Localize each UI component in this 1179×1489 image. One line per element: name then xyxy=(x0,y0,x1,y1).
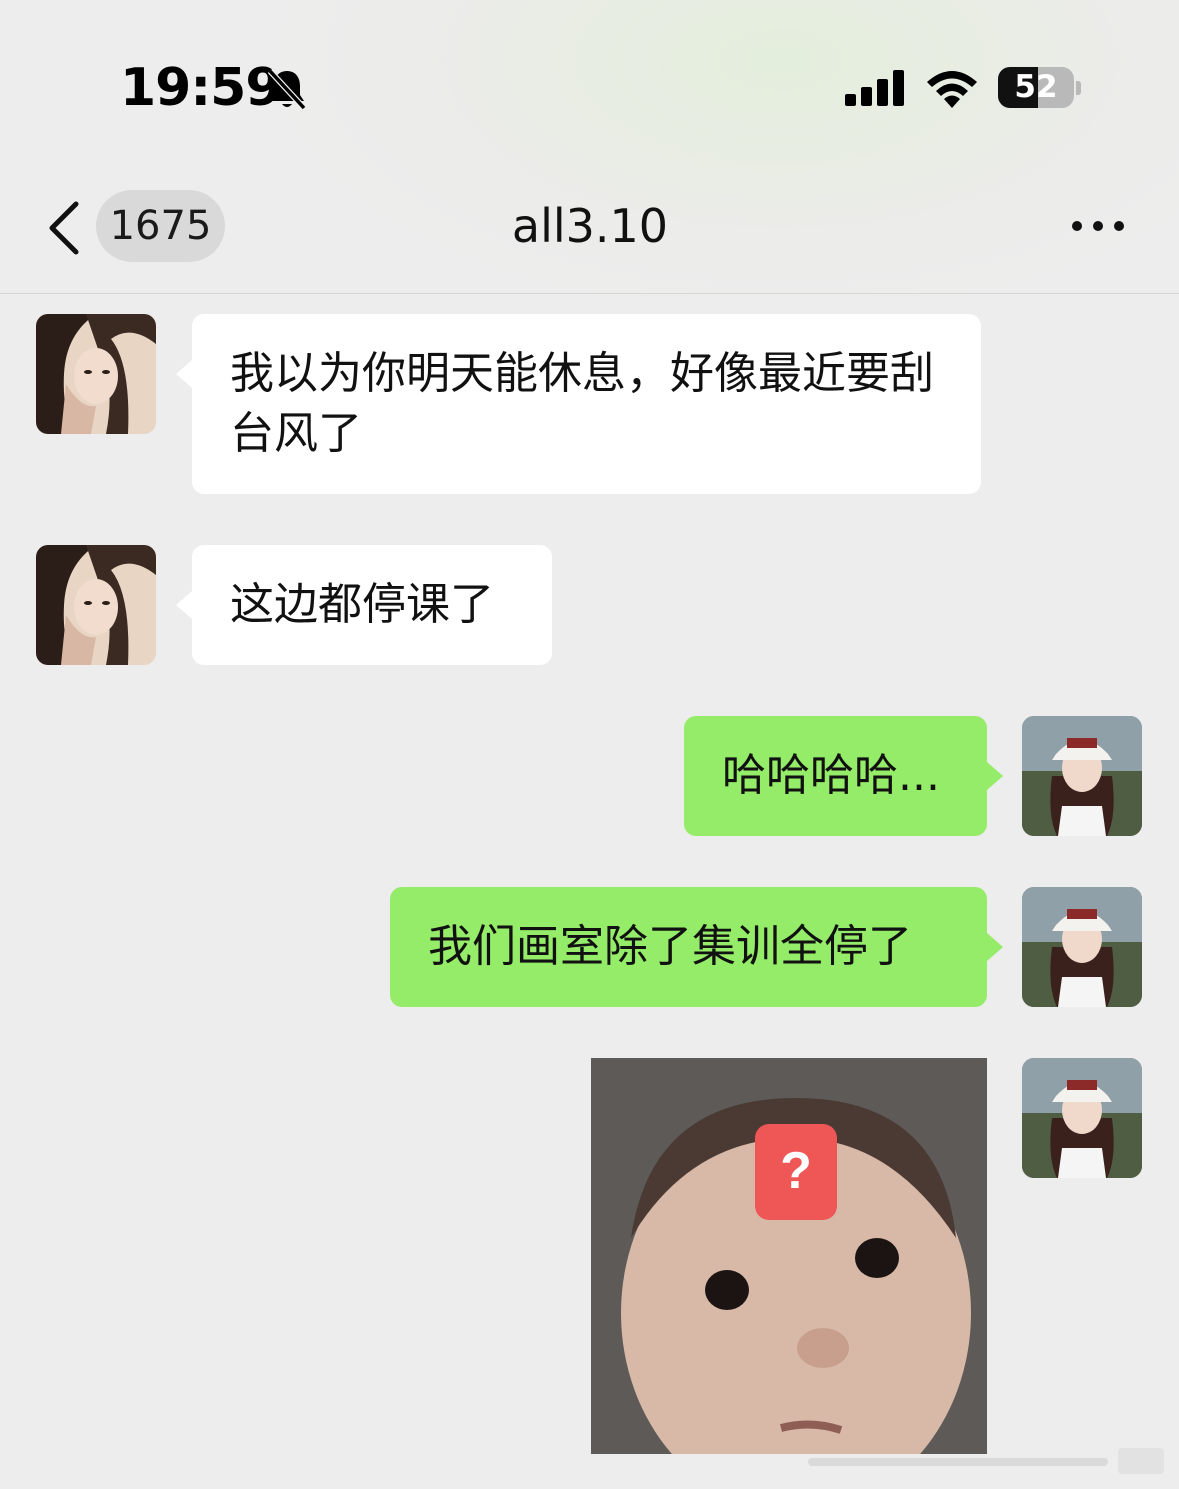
message-bubble-incoming[interactable]: 这边都停课了 xyxy=(192,545,552,665)
watermark-graphic xyxy=(808,1448,1164,1474)
my-avatar[interactable] xyxy=(1022,887,1142,1007)
bubble-tail xyxy=(176,360,192,388)
wifi-icon xyxy=(927,71,977,108)
bubble-tail xyxy=(176,591,192,619)
message-bubble-outgoing[interactable]: 我们画室除了集训全停了 xyxy=(390,887,987,1007)
message-bubble-incoming[interactable]: 我以为你明天能休息，好像最近要刮台风了 xyxy=(192,314,981,494)
my-avatar[interactable] xyxy=(1022,716,1142,836)
sticker-question-mark: ? xyxy=(780,1142,812,1200)
status-time: 19:59 xyxy=(120,58,282,118)
silent-bell-icon xyxy=(267,68,307,111)
message-bubble-outgoing[interactable]: 哈哈哈哈... xyxy=(684,716,987,836)
chat-nav-bar: 1675 all3.10 xyxy=(0,150,1179,294)
chevron-left-icon[interactable] xyxy=(44,200,84,256)
battery-cap xyxy=(1076,81,1081,95)
bubble-tail xyxy=(987,762,1003,790)
contact-avatar[interactable] xyxy=(36,545,156,665)
cellular-signal-icon xyxy=(845,70,904,106)
my-avatar[interactable] xyxy=(1022,1058,1142,1178)
unread-count-badge[interactable]: 1675 xyxy=(96,190,225,262)
sticker-image[interactable]: ? xyxy=(591,1058,987,1454)
bubble-tail xyxy=(987,933,1003,961)
ellipsis-icon[interactable] xyxy=(1068,214,1128,238)
contact-avatar[interactable] xyxy=(36,314,156,434)
battery-icon: 52 xyxy=(998,67,1074,108)
status-bar: 19:59 52 xyxy=(0,0,1179,150)
chat-title: all3.10 xyxy=(511,199,669,253)
battery-level: 52 xyxy=(1014,69,1058,105)
